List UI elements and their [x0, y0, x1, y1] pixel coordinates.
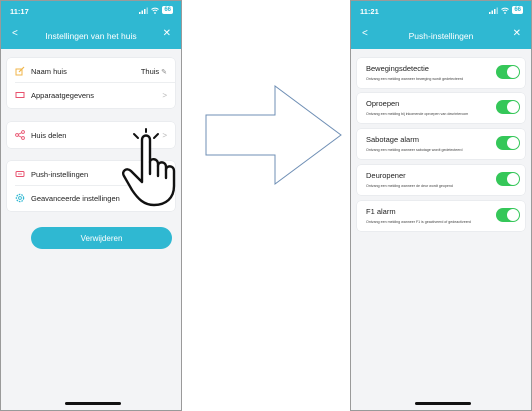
- push-settings-screen: 11:21 66 < Push-instellingen ✕ Bewegings…: [350, 0, 532, 411]
- close-button[interactable]: ✕: [513, 28, 521, 39]
- wifi-icon: [151, 7, 160, 14]
- status-time: 11:21: [360, 7, 379, 16]
- toggle-knob: [507, 66, 519, 78]
- toggle-switch[interactable]: [496, 172, 520, 186]
- house-edit-icon: [15, 66, 25, 76]
- home-indicator: [65, 402, 121, 405]
- page-title: Instellingen van het huis: [45, 31, 137, 41]
- tap-hand-icon: [122, 128, 176, 207]
- battery-icon: 66: [162, 6, 173, 14]
- setting-description: Ontvang een melding wanneer de deur word…: [366, 184, 453, 188]
- toggle-knob: [507, 137, 519, 149]
- header: 11:21 66 < Push-instellingen ✕: [351, 1, 531, 49]
- toggle-switch[interactable]: [496, 208, 520, 222]
- row-apparaatgegevens[interactable]: Apparaatgegevens >: [7, 83, 175, 107]
- close-button[interactable]: ✕: [163, 28, 171, 39]
- setting-description: Ontvang een melding bij inkomende oproep…: [366, 112, 469, 116]
- house-name-value: Thuis: [140, 66, 160, 76]
- row-label: Naam huis: [31, 66, 67, 76]
- signal-icon: [489, 7, 499, 14]
- setting-description: Ontvang een melding wanneer beweging wor…: [366, 77, 464, 81]
- status-icons: 66: [489, 6, 523, 14]
- push-setting-deuropener: Deuropener Ontvang een melding wanneer d…: [357, 165, 525, 195]
- setting-title: Deuropener: [366, 171, 406, 180]
- row-naam-huis[interactable]: Naam huis Thuis ✎: [7, 59, 175, 83]
- status-icons: 66: [139, 6, 173, 14]
- header: 11:17 66 < Instellingen van het huis ✕: [1, 1, 181, 49]
- toggle-switch[interactable]: [496, 136, 520, 150]
- setting-description: Ontvang een melding wanneer F1 is geacti…: [366, 220, 471, 224]
- toggle-knob: [507, 209, 519, 221]
- wifi-icon: [501, 7, 510, 14]
- toggle-switch[interactable]: [496, 100, 520, 114]
- battery-icon: 66: [512, 6, 523, 14]
- settings-gear-icon: [15, 193, 25, 203]
- push-setting-sabotage-alarm: Sabotage alarm Ontvang een melding wanne…: [357, 129, 525, 159]
- share-icon: [15, 130, 25, 140]
- delete-button[interactable]: Verwijderen: [31, 227, 172, 249]
- toggle-knob: [507, 101, 519, 113]
- setting-description: Ontvang een melding wanneer sabotage wor…: [366, 148, 463, 152]
- arrow-right-icon: [205, 85, 342, 185]
- push-setting-bewegingsdetectie: Bewegingsdetectie Ontvang een melding wa…: [357, 58, 525, 88]
- row-value: Thuis ✎: [141, 67, 167, 76]
- page-title: Push-instellingen: [408, 31, 474, 41]
- setting-title: Sabotage alarm: [366, 135, 419, 144]
- push-setting-oproepen: Oproepen Ontvang een melding bij inkomen…: [357, 93, 525, 123]
- settings-group-1: Naam huis Thuis ✎ Apparaatgegevens >: [7, 58, 175, 108]
- toggle-switch[interactable]: [496, 65, 520, 79]
- chevron-right-icon: >: [162, 90, 167, 100]
- setting-title: F1 alarm: [366, 207, 396, 216]
- setting-title: Oproepen: [366, 99, 400, 108]
- device-info-icon: [15, 90, 25, 100]
- push-setting-f1-alarm: F1 alarm Ontvang een melding wanneer F1 …: [357, 201, 525, 231]
- home-indicator: [415, 402, 471, 405]
- pencil-icon: ✎: [159, 68, 167, 76]
- setting-title: Bewegingsdetectie: [366, 64, 429, 73]
- notification-icon: [15, 169, 25, 179]
- signal-icon: [139, 7, 149, 14]
- row-label: Apparaatgegevens: [31, 90, 94, 100]
- toggle-knob: [507, 173, 519, 185]
- status-time: 11:17: [10, 7, 29, 16]
